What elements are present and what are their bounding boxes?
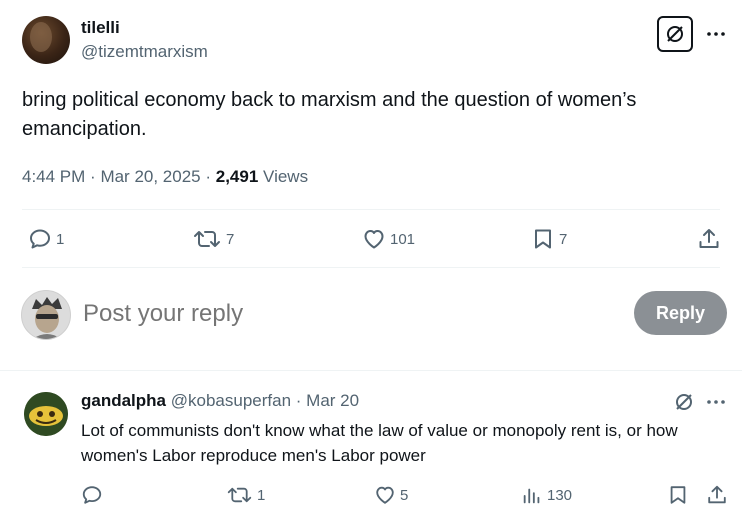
reply-action[interactable]: 1 xyxy=(28,227,64,251)
more-button[interactable] xyxy=(706,24,726,44)
author-handle[interactable]: @tizemtmarxism xyxy=(81,42,208,62)
more-icon xyxy=(707,400,725,404)
repost-icon xyxy=(227,487,252,503)
grok-icon xyxy=(676,394,692,410)
repost-icon xyxy=(194,231,220,247)
reply-text: Lot of communists don't know what the la… xyxy=(81,421,678,465)
reply-icon xyxy=(82,486,102,504)
reply-author-name[interactable]: gandalpha xyxy=(81,391,166,410)
reply-share-action[interactable] xyxy=(706,484,728,506)
bookmark-action[interactable]: 7 xyxy=(531,227,567,251)
divider xyxy=(22,267,720,268)
bookmark-icon xyxy=(670,486,686,504)
reply-more-button[interactable] xyxy=(706,392,726,412)
reply-author-avatar[interactable] xyxy=(24,392,68,436)
share-icon xyxy=(699,229,719,248)
more-icon xyxy=(707,32,725,36)
like-action[interactable]: 101 xyxy=(362,227,415,251)
reply-input[interactable] xyxy=(83,297,603,331)
tweet-time[interactable]: 4:44 PM xyxy=(22,167,85,186)
share-action[interactable] xyxy=(697,227,721,251)
tweet-date[interactable]: Mar 20, 2025 xyxy=(100,167,200,186)
like-count: 101 xyxy=(390,230,416,248)
tweet-meta: 4:44 PM · Mar 20, 2025 · 2,491 Views xyxy=(22,167,308,187)
reply-reply-action[interactable] xyxy=(81,484,103,506)
reply-date[interactable]: Mar 20 xyxy=(306,391,359,410)
reply-grok-button[interactable] xyxy=(673,391,695,413)
author-avatar[interactable] xyxy=(22,16,70,64)
reply-repost-action[interactable]: 1 xyxy=(226,484,265,506)
section-divider xyxy=(0,370,742,371)
current-user-avatar[interactable] xyxy=(21,290,71,340)
views-label: Views xyxy=(263,167,309,186)
grok-icon xyxy=(667,26,683,42)
reply-like-action[interactable]: 5 xyxy=(374,484,408,506)
reply-author-handle[interactable]: @kobasuperfan xyxy=(171,391,291,410)
repost-count: 7 xyxy=(226,230,235,248)
heart-icon xyxy=(364,230,384,249)
views-count: 2,491 xyxy=(215,167,259,186)
repost-action[interactable]: 7 xyxy=(192,227,234,251)
bookmark-count: 7 xyxy=(559,230,568,248)
reply-count: 1 xyxy=(56,230,65,248)
divider xyxy=(22,209,720,210)
reply-button[interactable]: Reply xyxy=(634,291,727,335)
meta-separator: · xyxy=(90,167,101,186)
reply-like-count: 5 xyxy=(400,486,409,504)
reply-header: gandalpha @kobasuperfan · Mar 20 xyxy=(81,391,359,411)
author-name[interactable]: tilelli xyxy=(81,18,120,38)
reply-bookmark-action[interactable] xyxy=(667,484,689,506)
reply-icon xyxy=(30,229,50,249)
views-icon xyxy=(523,488,540,504)
heart-icon xyxy=(376,486,394,504)
tweet-text: bring political economy back to marxism … xyxy=(22,89,637,140)
share-icon xyxy=(708,485,726,504)
meta-separator: · xyxy=(205,167,216,186)
meta-separator: · xyxy=(295,391,302,410)
reply-views-action[interactable]: 130 xyxy=(521,484,572,506)
reply-views-count: 130 xyxy=(547,486,573,504)
bookmark-icon xyxy=(535,229,551,249)
reply-repost-count: 1 xyxy=(257,486,266,504)
grok-button[interactable] xyxy=(657,16,693,52)
